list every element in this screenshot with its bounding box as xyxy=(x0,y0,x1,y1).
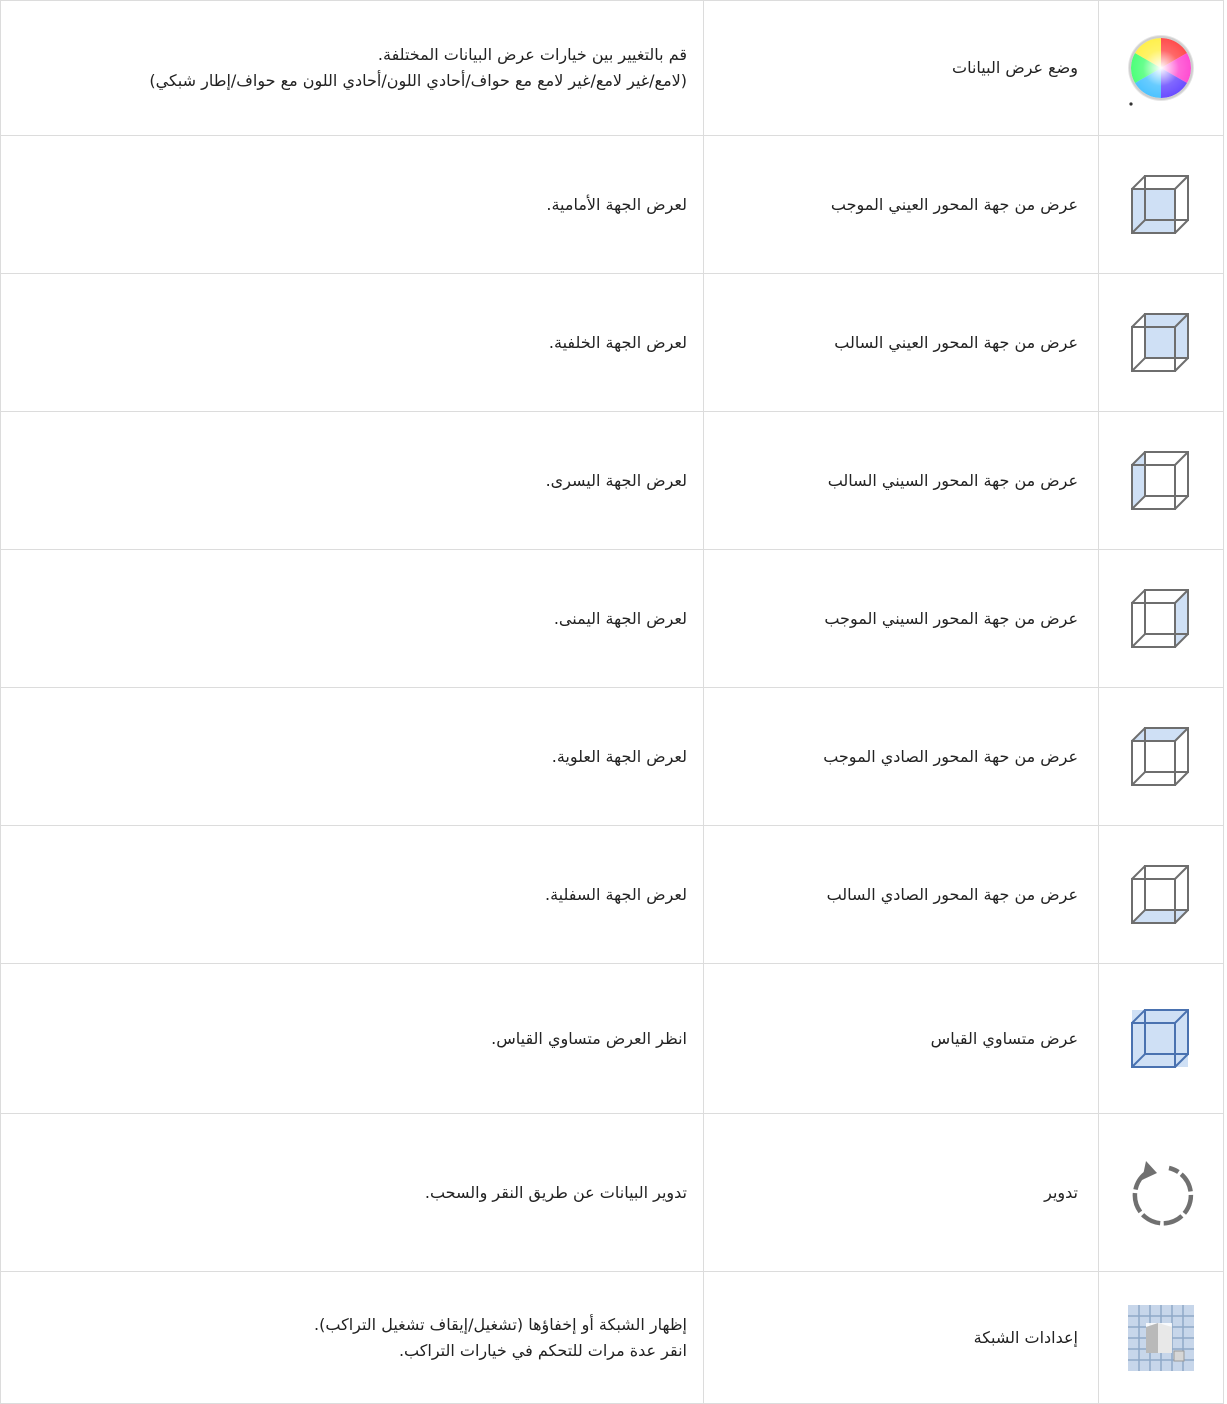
cube-isometric-icon xyxy=(1128,1006,1194,1072)
table-row: إعدادات الشبكة إظهار الشبكة أو إخفاؤها (… xyxy=(0,1271,1224,1404)
tool-description: لعرض الجهة اليسرى. xyxy=(0,411,704,550)
rotate-icon xyxy=(1124,1156,1198,1230)
description-line: لعرض الجهة العلوية. xyxy=(551,746,687,766)
icon-cell xyxy=(1098,273,1224,412)
description-line: لعرض الجهة اليسرى. xyxy=(545,470,687,490)
icon-cell xyxy=(1098,411,1224,550)
table-row: عرض من جهة المحور الصادي السالب لعرض الج… xyxy=(0,825,1224,964)
description-line: (لامع/غير لامع/غير لامع مع حواف/أحادي ال… xyxy=(149,71,687,90)
cube-front-icon xyxy=(1128,172,1194,238)
description-line: لعرض الجهة اليمنى. xyxy=(553,608,687,628)
tool-name: عرض من جهة المحور الصادي السالب xyxy=(703,825,1099,964)
description-line: قم بالتغيير بين خيارات عرض البيانات المخ… xyxy=(377,45,687,64)
icon-cell xyxy=(1098,0,1224,136)
tool-description: إظهار الشبكة أو إخفاؤها (تشغيل/إيقاف تشغ… xyxy=(0,1271,704,1404)
icon-cell xyxy=(1098,1271,1224,1404)
description-line: إظهار الشبكة أو إخفاؤها (تشغيل/إيقاف تشغ… xyxy=(314,1314,687,1334)
description-line: لعرض الجهة الخلفية. xyxy=(548,332,687,352)
tool-name: عرض من حهة المحور الصادي الموجب xyxy=(703,687,1099,826)
tool-description: تدوير البيانات عن طريق النقر والسحب. xyxy=(0,1113,704,1272)
icon-cell xyxy=(1098,549,1224,688)
tool-name: وضع عرض البيانات xyxy=(703,0,1099,136)
icon-cell xyxy=(1098,1113,1224,1272)
table-row: عرض من جهة المحور السيني السالب لعرض الج… xyxy=(0,411,1224,550)
cube-top-icon xyxy=(1128,724,1194,790)
cube-back-icon xyxy=(1128,310,1194,376)
tool-description: لعرض الجهة الخلفية. xyxy=(0,273,704,412)
tool-description: لعرض الجهة السفلية. xyxy=(0,825,704,964)
description-line: انظر العرض متساوي القياس. xyxy=(491,1028,687,1048)
tool-name: تدوير xyxy=(703,1113,1099,1272)
tool-description: لعرض الجهة الأمامية. xyxy=(0,135,704,274)
cube-bottom-icon xyxy=(1128,862,1194,928)
tool-name: عرض من جهة المحور العيني السالب xyxy=(703,273,1099,412)
tool-description: لعرض الجهة اليمنى. xyxy=(0,549,704,688)
cube-left-icon xyxy=(1128,448,1194,514)
tool-name: عرض من جهة المحور العيني الموجب xyxy=(703,135,1099,274)
table-row: عرض من جهة المحور السيني الموجب لعرض الج… xyxy=(0,549,1224,688)
tool-name: عرض من جهة المحور السيني السالب xyxy=(703,411,1099,550)
icon-cell xyxy=(1098,963,1224,1114)
description-line: انقر عدة مرات للتحكم في خيارات التراكب. xyxy=(398,1340,687,1360)
grid-settings-icon xyxy=(1128,1304,1194,1371)
table-row: تدوير تدوير البيانات عن طريق النقر والسح… xyxy=(0,1113,1224,1272)
table-row: عرض من جهة المحور العيني السالب لعرض الج… xyxy=(0,273,1224,412)
description-line: لعرض الجهة الأمامية. xyxy=(546,194,687,214)
cube-right-icon xyxy=(1128,586,1194,652)
color-wheel-icon xyxy=(1121,28,1201,108)
table-row: عرض متساوي القياس انظر العرض متساوي القي… xyxy=(0,963,1224,1114)
toolbar-help-table: وضع عرض البيانات قم بالتغيير بين خيارات … xyxy=(0,0,1224,1404)
tool-description: لعرض الجهة العلوية. xyxy=(0,687,704,826)
table-row: وضع عرض البيانات قم بالتغيير بين خيارات … xyxy=(0,0,1224,136)
icon-cell xyxy=(1098,135,1224,274)
table-row: عرض من جهة المحور العيني الموجب لعرض الج… xyxy=(0,135,1224,274)
icon-cell xyxy=(1098,825,1224,964)
tool-name: إعدادات الشبكة xyxy=(703,1271,1099,1404)
tool-description: انظر العرض متساوي القياس. xyxy=(0,963,704,1114)
tool-description: قم بالتغيير بين خيارات عرض البيانات المخ… xyxy=(0,0,704,136)
description-line: تدوير البيانات عن طريق النقر والسحب. xyxy=(424,1182,687,1202)
tool-name: عرض من جهة المحور السيني الموجب xyxy=(703,549,1099,688)
description-line: لعرض الجهة السفلية. xyxy=(544,884,687,904)
icon-cell xyxy=(1098,687,1224,826)
tool-name: عرض متساوي القياس xyxy=(703,963,1099,1114)
table-row: عرض من حهة المحور الصادي الموجب لعرض الج… xyxy=(0,687,1224,826)
